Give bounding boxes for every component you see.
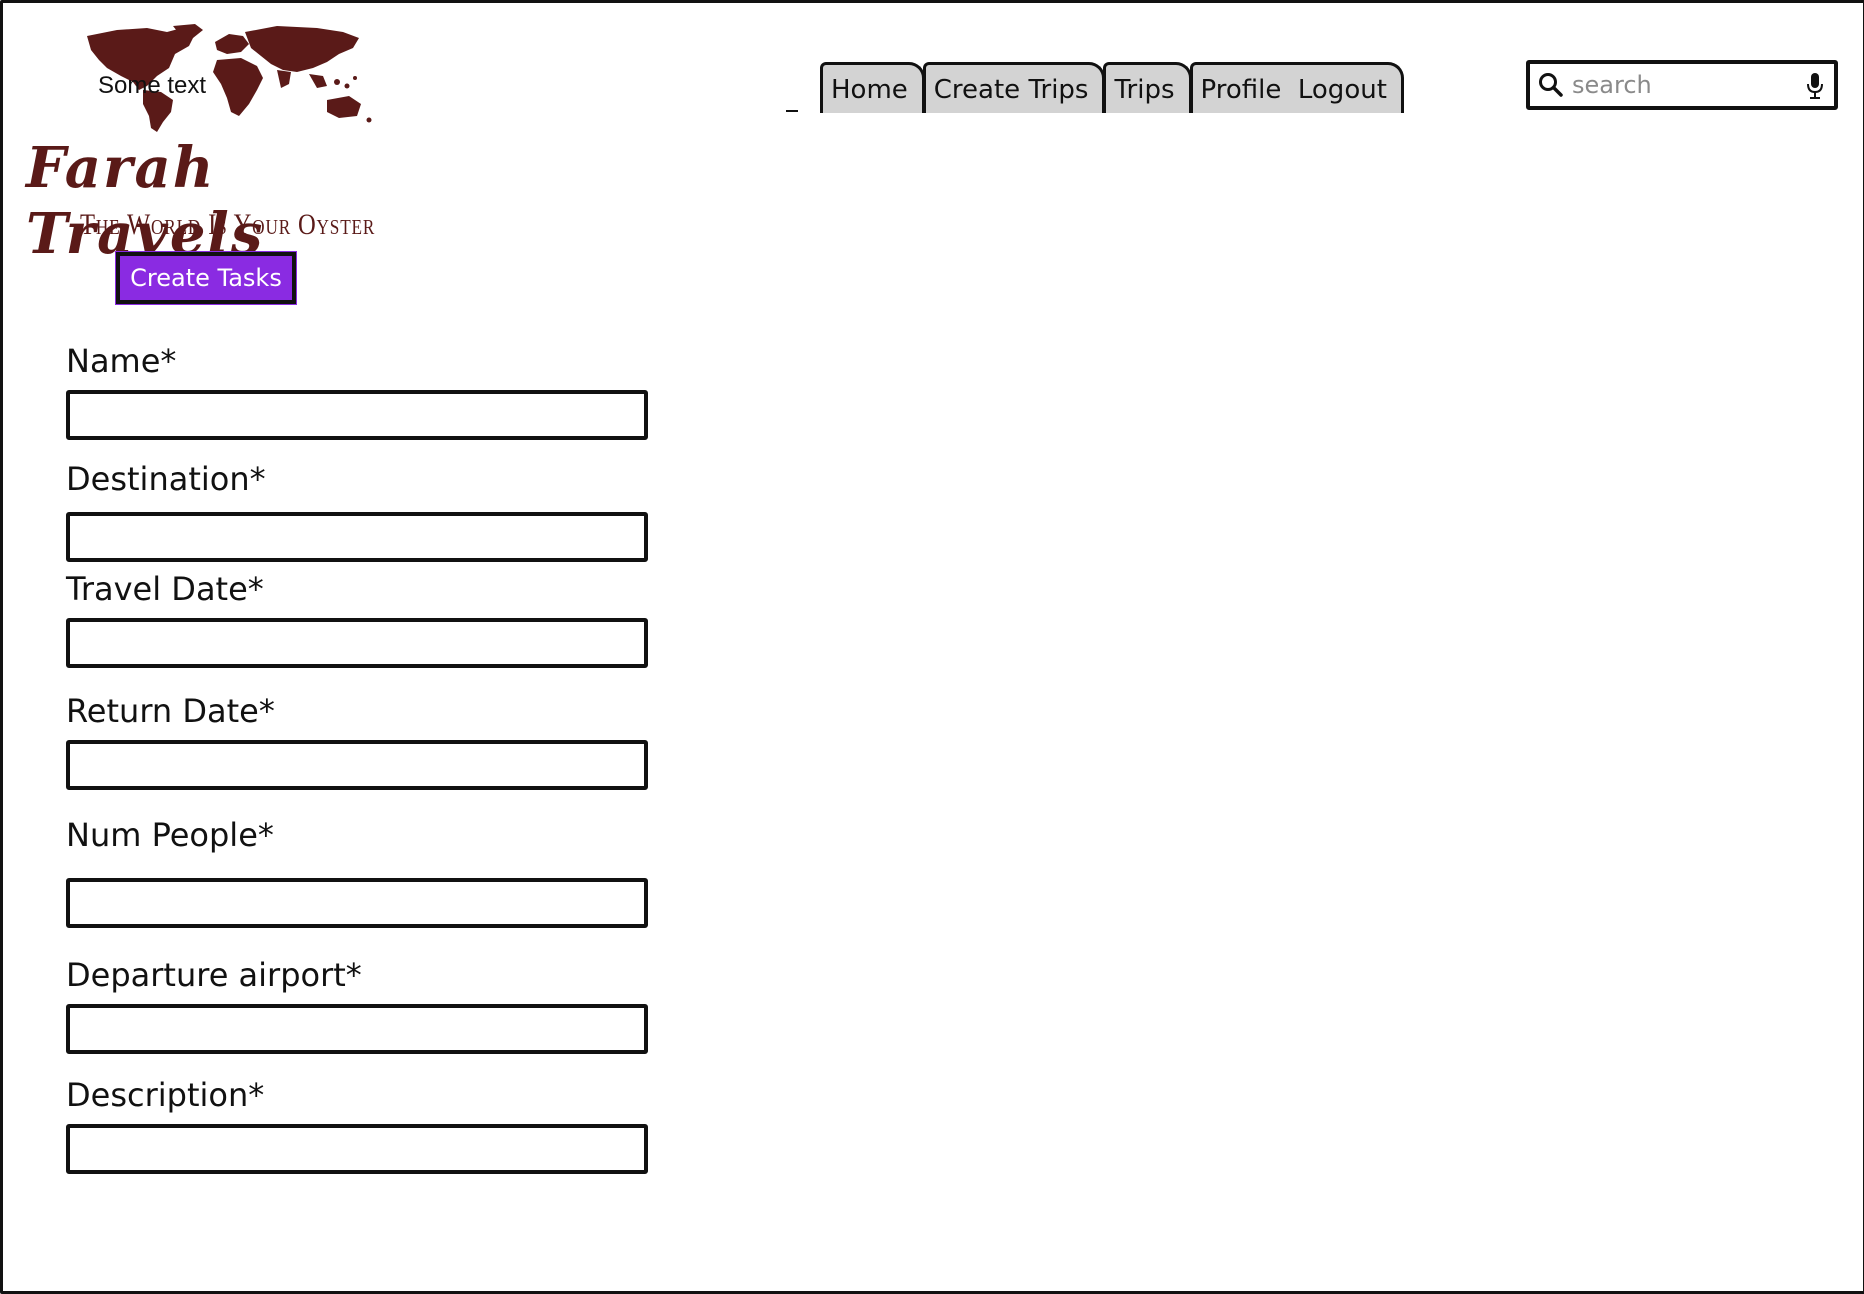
return-date-field[interactable] xyxy=(66,740,648,790)
description-label: Description* xyxy=(66,1076,265,1114)
description-field[interactable] xyxy=(66,1124,648,1174)
destination-label: Destination* xyxy=(66,460,266,498)
tab-create-trips[interactable]: Create Trips xyxy=(922,62,1106,113)
name-field[interactable] xyxy=(66,390,648,440)
brand-name: Farah Travels xyxy=(26,135,265,267)
tab-underline xyxy=(786,110,798,112)
create-tasks-button[interactable]: Create Tasks xyxy=(116,252,296,304)
search-input[interactable] xyxy=(1570,66,1794,104)
logo-overlay-text: Some text xyxy=(98,72,207,99)
travel-date-label: Travel Date* xyxy=(66,570,264,608)
nav-tabs: Home Create Trips Trips Profile Logout xyxy=(820,62,1404,114)
departure-airport-label: Departure airport* xyxy=(66,956,362,994)
brand-tagline: The World Is Your Oyster xyxy=(80,208,376,241)
tab-home[interactable]: Home xyxy=(820,62,925,113)
tab-trips[interactable]: Trips xyxy=(1103,62,1192,113)
num-people-label: Num People* xyxy=(66,816,274,854)
travel-date-field[interactable] xyxy=(66,618,648,668)
search-icon[interactable] xyxy=(1538,72,1564,98)
num-people-field[interactable] xyxy=(66,878,648,928)
return-date-label: Return Date* xyxy=(66,692,275,730)
destination-field[interactable] xyxy=(66,512,648,562)
name-label: Name* xyxy=(66,342,177,380)
search-box xyxy=(1526,60,1838,110)
tab-profile-logout[interactable]: Profile Logout xyxy=(1189,62,1404,113)
logo[interactable]: Some text Farah Travels The World Is You… xyxy=(22,20,452,267)
microphone-icon[interactable] xyxy=(1806,72,1824,100)
departure-airport-field[interactable] xyxy=(66,1004,648,1054)
